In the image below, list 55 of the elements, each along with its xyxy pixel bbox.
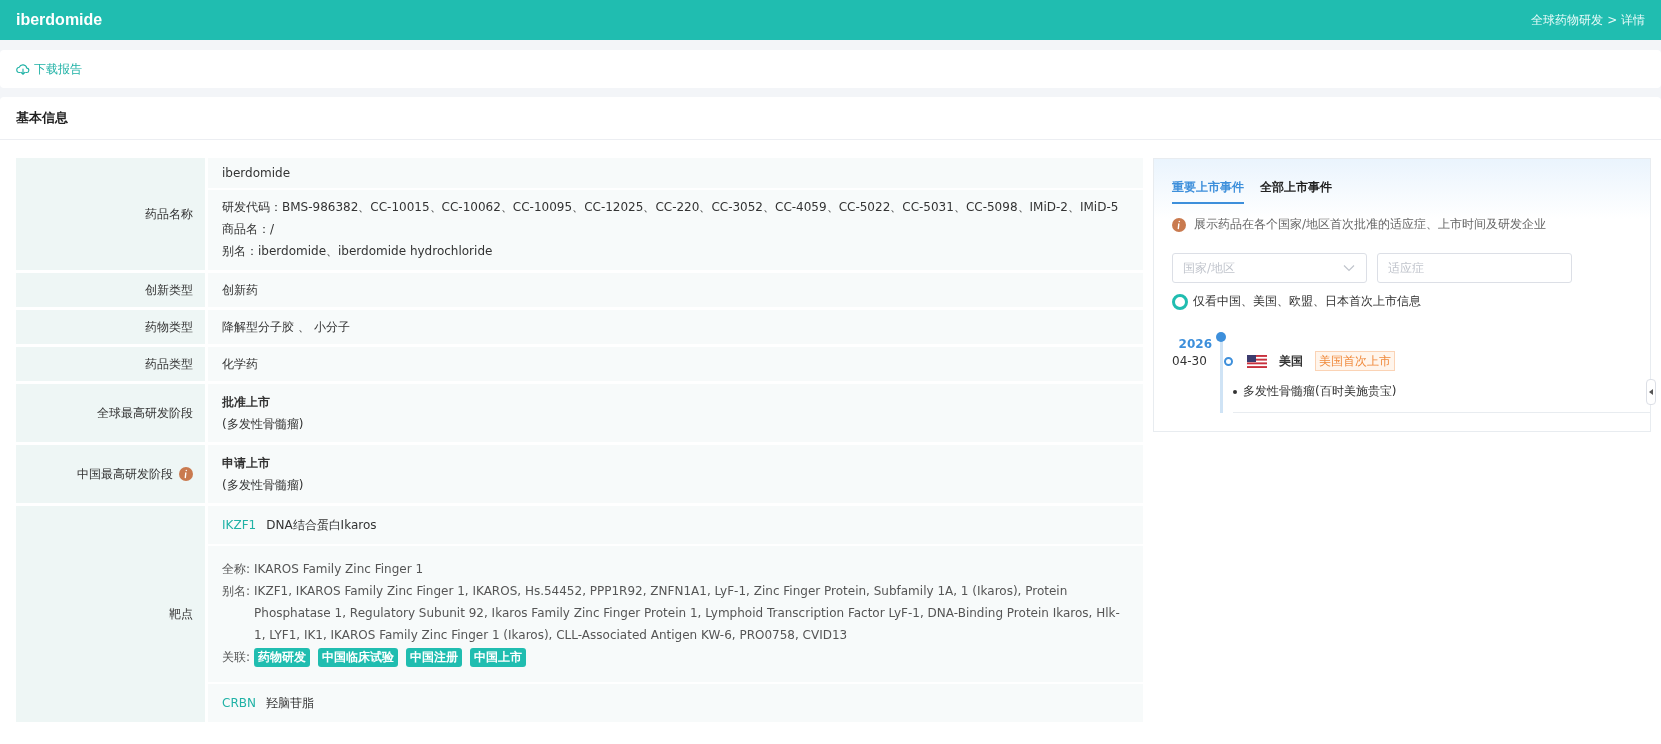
breadcrumb-link[interactable]: 全球药物研发 > 详情	[1531, 11, 1645, 29]
value-text: 降解型分子胶 、 小分子	[222, 319, 351, 336]
drug-detail-text: 别名：iberdomide、iberdomide hydrochloride	[222, 243, 494, 260]
section-title: 基本信息	[16, 109, 68, 127]
tab[interactable]: 全部上市事件	[1260, 179, 1332, 204]
drug-name: iberdomide	[222, 166, 291, 180]
related-tag[interactable]: 中国临床试验	[318, 647, 399, 667]
year-label: 2026	[1177, 337, 1212, 351]
field-label: 关联:	[222, 649, 251, 666]
radio-button[interactable]	[1172, 293, 1188, 310]
related-tag[interactable]: 中国注册	[406, 647, 463, 667]
stage-text: 批准上市	[222, 394, 271, 411]
timeline-dot	[1216, 332, 1226, 342]
filter-label: 仅看中国、美国、欧盟、日本首次上市信息	[1193, 293, 1421, 310]
field-value: IKZF1, IKAROS Family Zinc Finger 1, IKAROS, Hs.54452, PPP1R92, ZNFN1A1, LyF-1, Zinc Finger Protein, Subfamily 1A, 1 (Ikaros), Protein Phosphatase 1, Regulatory Subunit 92, Ikaros Family Zinc Finger Protein 1, Lymphoid Transcription Factor LyF-1, DNA-Binding Protein Ikaros, Hlk-1, LYF1, IK1, IKAROS Family Zinc Finger 1 (Ikaros), CLL-Associated Antigen KW-6, PRO0758, CVID13	[254, 583, 1121, 644]
flag-icon	[1247, 354, 1267, 368]
target-name: 羟脑苷脂	[265, 695, 314, 712]
date-label: 04-30	[1172, 354, 1208, 368]
country-name: 美国	[1279, 352, 1303, 370]
related-tag[interactable]: 药物研发	[254, 647, 311, 667]
collapse-handle[interactable]	[1646, 379, 1656, 405]
target-link[interactable]: IKZF1	[222, 514, 257, 536]
info-icon	[179, 467, 193, 481]
value-text: 化学药	[222, 356, 259, 373]
row-label: 药品类型	[145, 355, 193, 373]
drug-detail-text: 研发代码：BMS-986382、CC-10015、CC-10062、CC-10095、CC-12025、CC-220、CC-3052、CC-4059、CC-5022、CC-5031、CC-5098、IMiD-2、IMiD-5	[222, 199, 1120, 216]
app-title: iberdomide	[16, 11, 103, 29]
target-name: DNA结合蛋白Ikaros	[266, 517, 377, 534]
tab[interactable]: 重要上市事件	[1172, 179, 1244, 204]
info-icon	[1172, 217, 1186, 232]
field-value: IKAROS Family Zinc Finger 1	[254, 561, 424, 578]
value-text: 创新药	[222, 282, 259, 299]
download-report-link[interactable]: 下载报告	[16, 60, 82, 78]
row-label: 创新类型	[145, 281, 193, 299]
drug-detail-text: 商品名：/	[222, 221, 276, 238]
indication-text: (多发性骨髓瘤)	[222, 477, 305, 494]
target-link[interactable]: CRBN	[222, 692, 256, 714]
stage-text: 申请上市	[222, 455, 271, 472]
row-label: 靶点	[169, 605, 193, 623]
indication-text: 多发性骨髓瘤(百时美施贵宝)	[1243, 383, 1397, 400]
timeline-dot	[1224, 356, 1233, 366]
row-label: 药品名称	[145, 205, 193, 223]
related-tag[interactable]: 中国上市	[470, 647, 527, 667]
indication-text: (多发性骨髓瘤)	[222, 416, 305, 433]
row-label: 全球最高研发阶段	[97, 404, 193, 422]
country-select[interactable]: 国家/地区	[1172, 253, 1367, 283]
field-label: 全称:	[222, 561, 251, 578]
bullet-icon	[1233, 389, 1237, 394]
hint-text: 展示药品在各个国家/地区首次批准的适应症、上市时间及研发企业	[1194, 216, 1547, 233]
field-label: 别名:	[222, 583, 251, 600]
row-label: 中国最高研发阶段	[77, 465, 173, 483]
row-label: 药物类型	[145, 318, 193, 336]
event-tag: 美国首次上市	[1315, 351, 1395, 371]
chevron-down-icon	[1343, 264, 1355, 272]
cloud-download-icon	[16, 62, 30, 76]
